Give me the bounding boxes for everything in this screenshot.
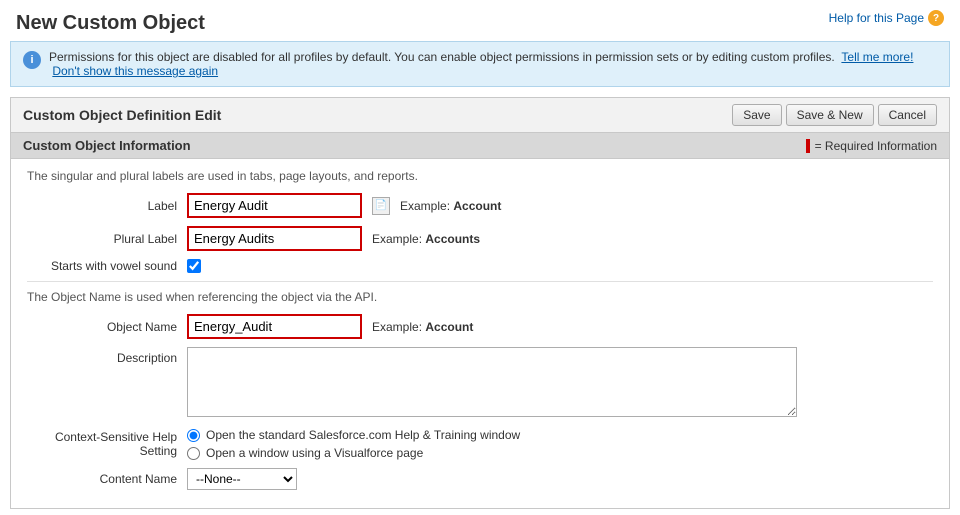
banner-content: Permissions for this object are disabled… (49, 50, 937, 78)
help-radio-2-label: Open a window using a Visualforce page (206, 446, 423, 460)
object-name-row: Object Name Example: Account (27, 314, 933, 339)
banner-message: Permissions for this object are disabled… (49, 50, 835, 64)
vowel-checkbox-wrap (187, 259, 201, 273)
label-row: Label 📄 Example: Account (27, 193, 933, 218)
page-container: New Custom Object Help for this Page ? i… (0, 0, 960, 515)
object-name-example: Example: Account (372, 320, 473, 334)
vowel-sound-label: Starts with vowel sound (27, 259, 187, 273)
content-name-select[interactable]: --None-- (187, 468, 297, 490)
label-input[interactable] (187, 193, 362, 218)
section-title: Custom Object Information (23, 138, 191, 153)
help-radio-1-label: Open the standard Salesforce.com Help & … (206, 428, 520, 442)
tell-me-more-link[interactable]: Tell me more! (841, 50, 913, 64)
plural-example: Example: Accounts (372, 232, 480, 246)
page-header: New Custom Object Help for this Page ? (0, 0, 960, 41)
object-name-input[interactable] (187, 314, 362, 339)
help-radio-2[interactable] (187, 447, 200, 460)
help-icon: ? (928, 10, 944, 26)
info-icon: i (23, 51, 41, 69)
save-button[interactable]: Save (732, 104, 781, 126)
content-name-select-wrap: --None-- (187, 468, 297, 490)
object-name-input-wrap: Example: Account (187, 314, 473, 339)
help-radio-option-2: Open a window using a Visualforce page (187, 446, 520, 460)
content-name-label: Content Name (27, 472, 187, 486)
label-field-label: Label (27, 199, 187, 213)
page-title: New Custom Object (16, 12, 205, 35)
plural-label-row: Plural Label Example: Accounts (27, 226, 933, 251)
cancel-button[interactable]: Cancel (878, 104, 937, 126)
save-new-button[interactable]: Save & New (786, 104, 874, 126)
content-card: Custom Object Definition Edit Save Save … (10, 97, 950, 509)
card-header-title: Custom Object Definition Edit (23, 107, 221, 123)
vowel-sound-checkbox[interactable] (187, 259, 201, 273)
dont-show-link[interactable]: Don't show this message again (52, 64, 218, 78)
help-setting-label: Context-Sensitive Help Setting (27, 428, 187, 458)
lookup-icon[interactable]: 📄 (372, 197, 390, 215)
plural-label-input-wrap: Example: Accounts (187, 226, 480, 251)
section-header: Custom Object Information = Required Inf… (11, 133, 949, 159)
help-link[interactable]: Help for this Page ? (829, 10, 944, 26)
vowel-sound-row: Starts with vowel sound (27, 259, 933, 273)
help-link-text: Help for this Page (829, 11, 924, 25)
required-note: = Required Information (806, 139, 937, 153)
required-label: = Required Information (815, 139, 937, 153)
object-name-field-label: Object Name (27, 320, 187, 334)
description-textarea-wrap (187, 347, 933, 420)
object-name-description: The Object Name is used when referencing… (27, 290, 933, 304)
description-row: Description (27, 347, 933, 420)
section-divider (27, 281, 933, 282)
label-example: Example: Account (400, 199, 501, 213)
help-radio-1[interactable] (187, 429, 200, 442)
plural-label-input[interactable] (187, 226, 362, 251)
labels-description: The singular and plural labels are used … (27, 169, 933, 183)
info-banner: i Permissions for this object are disabl… (10, 41, 950, 87)
content-name-row: Content Name --None-- (27, 468, 933, 490)
help-radio-group: Open the standard Salesforce.com Help & … (187, 428, 520, 460)
help-setting-row: Context-Sensitive Help Setting Open the … (27, 428, 933, 460)
plural-label-field-label: Plural Label (27, 232, 187, 246)
required-bar-icon (806, 139, 810, 153)
card-header: Custom Object Definition Edit Save Save … (11, 98, 949, 133)
button-group: Save Save & New Cancel (732, 104, 937, 126)
label-input-wrap: 📄 Example: Account (187, 193, 501, 218)
description-field-label: Description (27, 347, 187, 365)
form-section: The singular and plural labels are used … (11, 159, 949, 508)
description-textarea[interactable] (187, 347, 797, 417)
help-radio-option-1: Open the standard Salesforce.com Help & … (187, 428, 520, 442)
